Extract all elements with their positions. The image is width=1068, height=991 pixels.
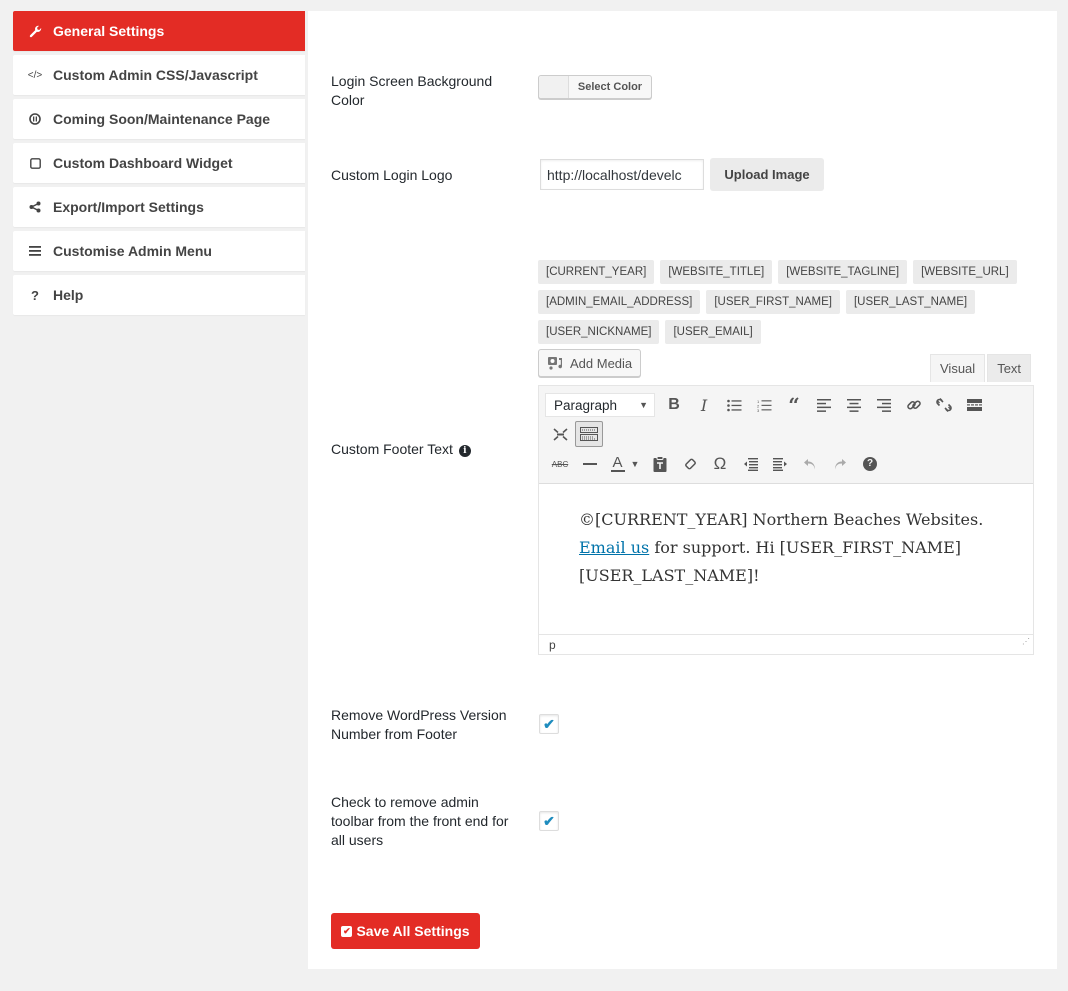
- select-color-button[interactable]: Select Color: [538, 75, 652, 99]
- format-select-value: Paragraph: [554, 397, 618, 413]
- help-icon[interactable]: ?: [855, 451, 885, 477]
- bullet-list-icon[interactable]: [719, 392, 749, 418]
- toolbar-toggle-icon[interactable]: [575, 421, 603, 447]
- login-logo-label: Custom Login Logo: [331, 167, 453, 183]
- resize-handle-icon[interactable]: ⋰: [1022, 632, 1030, 652]
- pause-circle-icon: [27, 113, 43, 125]
- strikethrough-icon[interactable]: ABC: [545, 451, 575, 477]
- save-all-settings-button[interactable]: ✔ Save All Settings: [331, 913, 480, 949]
- sidebar-item-general-settings[interactable]: General Settings: [13, 11, 305, 51]
- settings-sidebar: General Settings </> Custom Admin CSS/Ja…: [13, 11, 305, 319]
- shortcode-list: [CURRENT_YEAR] [WEBSITE_TITLE] [WEBSITE_…: [538, 260, 1038, 344]
- shortcode-website-title[interactable]: [WEBSITE_TITLE]: [660, 260, 773, 284]
- email-us-link[interactable]: Email us: [579, 538, 649, 557]
- remove-toolbar-checkbox[interactable]: ✔: [539, 811, 559, 831]
- shortcode-user-nickname[interactable]: [USER_NICKNAME]: [538, 320, 660, 344]
- horizontal-line-icon[interactable]: [575, 451, 605, 477]
- footer-text-label: Custom Footer Text: [331, 441, 453, 457]
- square-icon: [27, 157, 43, 169]
- align-left-icon[interactable]: [809, 392, 839, 418]
- add-media-button[interactable]: Add Media: [538, 349, 642, 377]
- info-icon[interactable]: i: [458, 445, 471, 457]
- footer-text-editor: Paragraph ▼ B I 123 “ ABC A ▼ Ω ? ©[CURR…: [538, 385, 1034, 655]
- remove-toolbar-label: Check to remove admin toolbar from the f…: [331, 794, 509, 848]
- shortcode-website-url[interactable]: [WEBSITE_URL]: [913, 260, 1017, 284]
- footer-text-label-wrap: Custom Footer Text i: [331, 440, 471, 459]
- sidebar-item-label: Customise Admin Menu: [53, 243, 212, 259]
- check-square-icon: ✔: [341, 925, 353, 937]
- bold-icon[interactable]: B: [659, 392, 689, 418]
- sidebar-item-label: Custom Dashboard Widget: [53, 155, 233, 171]
- sidebar-item-coming-soon[interactable]: Coming Soon/Maintenance Page: [13, 99, 305, 139]
- indent-icon[interactable]: [765, 451, 795, 477]
- sidebar-item-dashboard-widget[interactable]: Custom Dashboard Widget: [13, 143, 305, 183]
- redo-icon[interactable]: [825, 451, 855, 477]
- question-icon: ?: [31, 287, 39, 303]
- tab-text[interactable]: Text: [987, 354, 1032, 382]
- sidebar-item-help[interactable]: ? Help: [13, 275, 305, 315]
- link-icon[interactable]: [899, 392, 929, 418]
- paste-as-text-icon[interactable]: [645, 451, 675, 477]
- sidebar-item-customise-admin-menu[interactable]: Customise Admin Menu: [13, 231, 305, 271]
- shortcode-current-year[interactable]: [CURRENT_YEAR]: [538, 260, 655, 284]
- shortcode-user-first-name[interactable]: [USER_FIRST_NAME]: [706, 290, 840, 314]
- sidebar-item-label: Help: [53, 287, 84, 303]
- remove-version-checkbox[interactable]: ✔: [539, 714, 559, 734]
- sidebar-item-label: Custom Admin CSS/Javascript: [53, 67, 258, 83]
- text-color-icon[interactable]: A ▼: [605, 451, 645, 477]
- special-character-icon[interactable]: Ω: [705, 451, 735, 477]
- login-bg-color-label: Login Screen Background Color: [331, 73, 493, 108]
- shortcode-admin-email[interactable]: [ADMIN_EMAIL_ADDRESS]: [538, 290, 701, 314]
- svg-text:3: 3: [757, 408, 760, 412]
- align-center-icon[interactable]: [839, 392, 869, 418]
- color-swatch: [539, 76, 569, 98]
- blockquote-icon[interactable]: “: [779, 392, 809, 418]
- code-icon: </>: [27, 69, 43, 81]
- shortcode-user-last-name[interactable]: [USER_LAST_NAME]: [845, 290, 976, 314]
- outdent-icon[interactable]: [735, 451, 765, 477]
- read-more-icon[interactable]: [959, 392, 989, 418]
- shortcode-user-email[interactable]: [USER_EMAIL]: [665, 320, 761, 344]
- sidebar-item-label: Coming Soon/Maintenance Page: [53, 111, 271, 127]
- clear-formatting-icon[interactable]: [675, 451, 705, 477]
- add-media-label: Add Media: [570, 355, 633, 371]
- wrench-icon: [27, 25, 43, 38]
- undo-icon[interactable]: [795, 451, 825, 477]
- fullscreen-icon[interactable]: [545, 421, 575, 447]
- sidebar-item-custom-admin-css[interactable]: </> Custom Admin CSS/Javascript: [13, 55, 305, 95]
- numbered-list-icon[interactable]: 123: [749, 392, 779, 418]
- upload-image-button[interactable]: Upload Image: [710, 158, 824, 191]
- login-logo-url-input[interactable]: [540, 159, 704, 190]
- editor-toolbar: Paragraph ▼ B I 123 “ ABC A ▼ Ω ?: [539, 386, 1033, 484]
- unlink-icon[interactable]: [929, 392, 959, 418]
- format-select[interactable]: Paragraph ▼: [545, 393, 655, 417]
- editor-statusbar: p ⋰: [539, 634, 1033, 654]
- editor-tabs: Visual Text: [930, 354, 1032, 382]
- checkmark-icon: ✔: [543, 715, 555, 732]
- save-label: Save All Settings: [356, 923, 470, 939]
- shortcode-website-tagline[interactable]: [WEBSITE_TAGLINE]: [778, 260, 908, 284]
- editor-content[interactable]: ©[CURRENT_YEAR] Northern Beaches Website…: [539, 484, 1033, 634]
- media-icon: [548, 357, 562, 370]
- sidebar-item-label: Export/Import Settings: [53, 199, 204, 215]
- italic-icon[interactable]: I: [689, 392, 719, 418]
- select-color-label: Select Color: [577, 81, 643, 93]
- footer-content-line1: ©[CURRENT_YEAR] Northern Beaches Website…: [579, 510, 984, 529]
- align-right-icon[interactable]: [869, 392, 899, 418]
- checkmark-icon: ✔: [543, 812, 555, 829]
- sidebar-item-label: General Settings: [53, 23, 165, 39]
- remove-version-label: Remove WordPress Version Number from Foo…: [331, 707, 507, 742]
- element-path[interactable]: p: [549, 638, 556, 652]
- bars-icon: [27, 246, 43, 256]
- sidebar-item-export-import[interactable]: Export/Import Settings: [13, 187, 305, 227]
- caret-down-icon: ▼: [639, 400, 648, 410]
- settings-panel: Login Screen Background Color Select Col…: [308, 11, 1057, 969]
- share-icon: [27, 201, 43, 213]
- tab-visual[interactable]: Visual: [930, 354, 986, 382]
